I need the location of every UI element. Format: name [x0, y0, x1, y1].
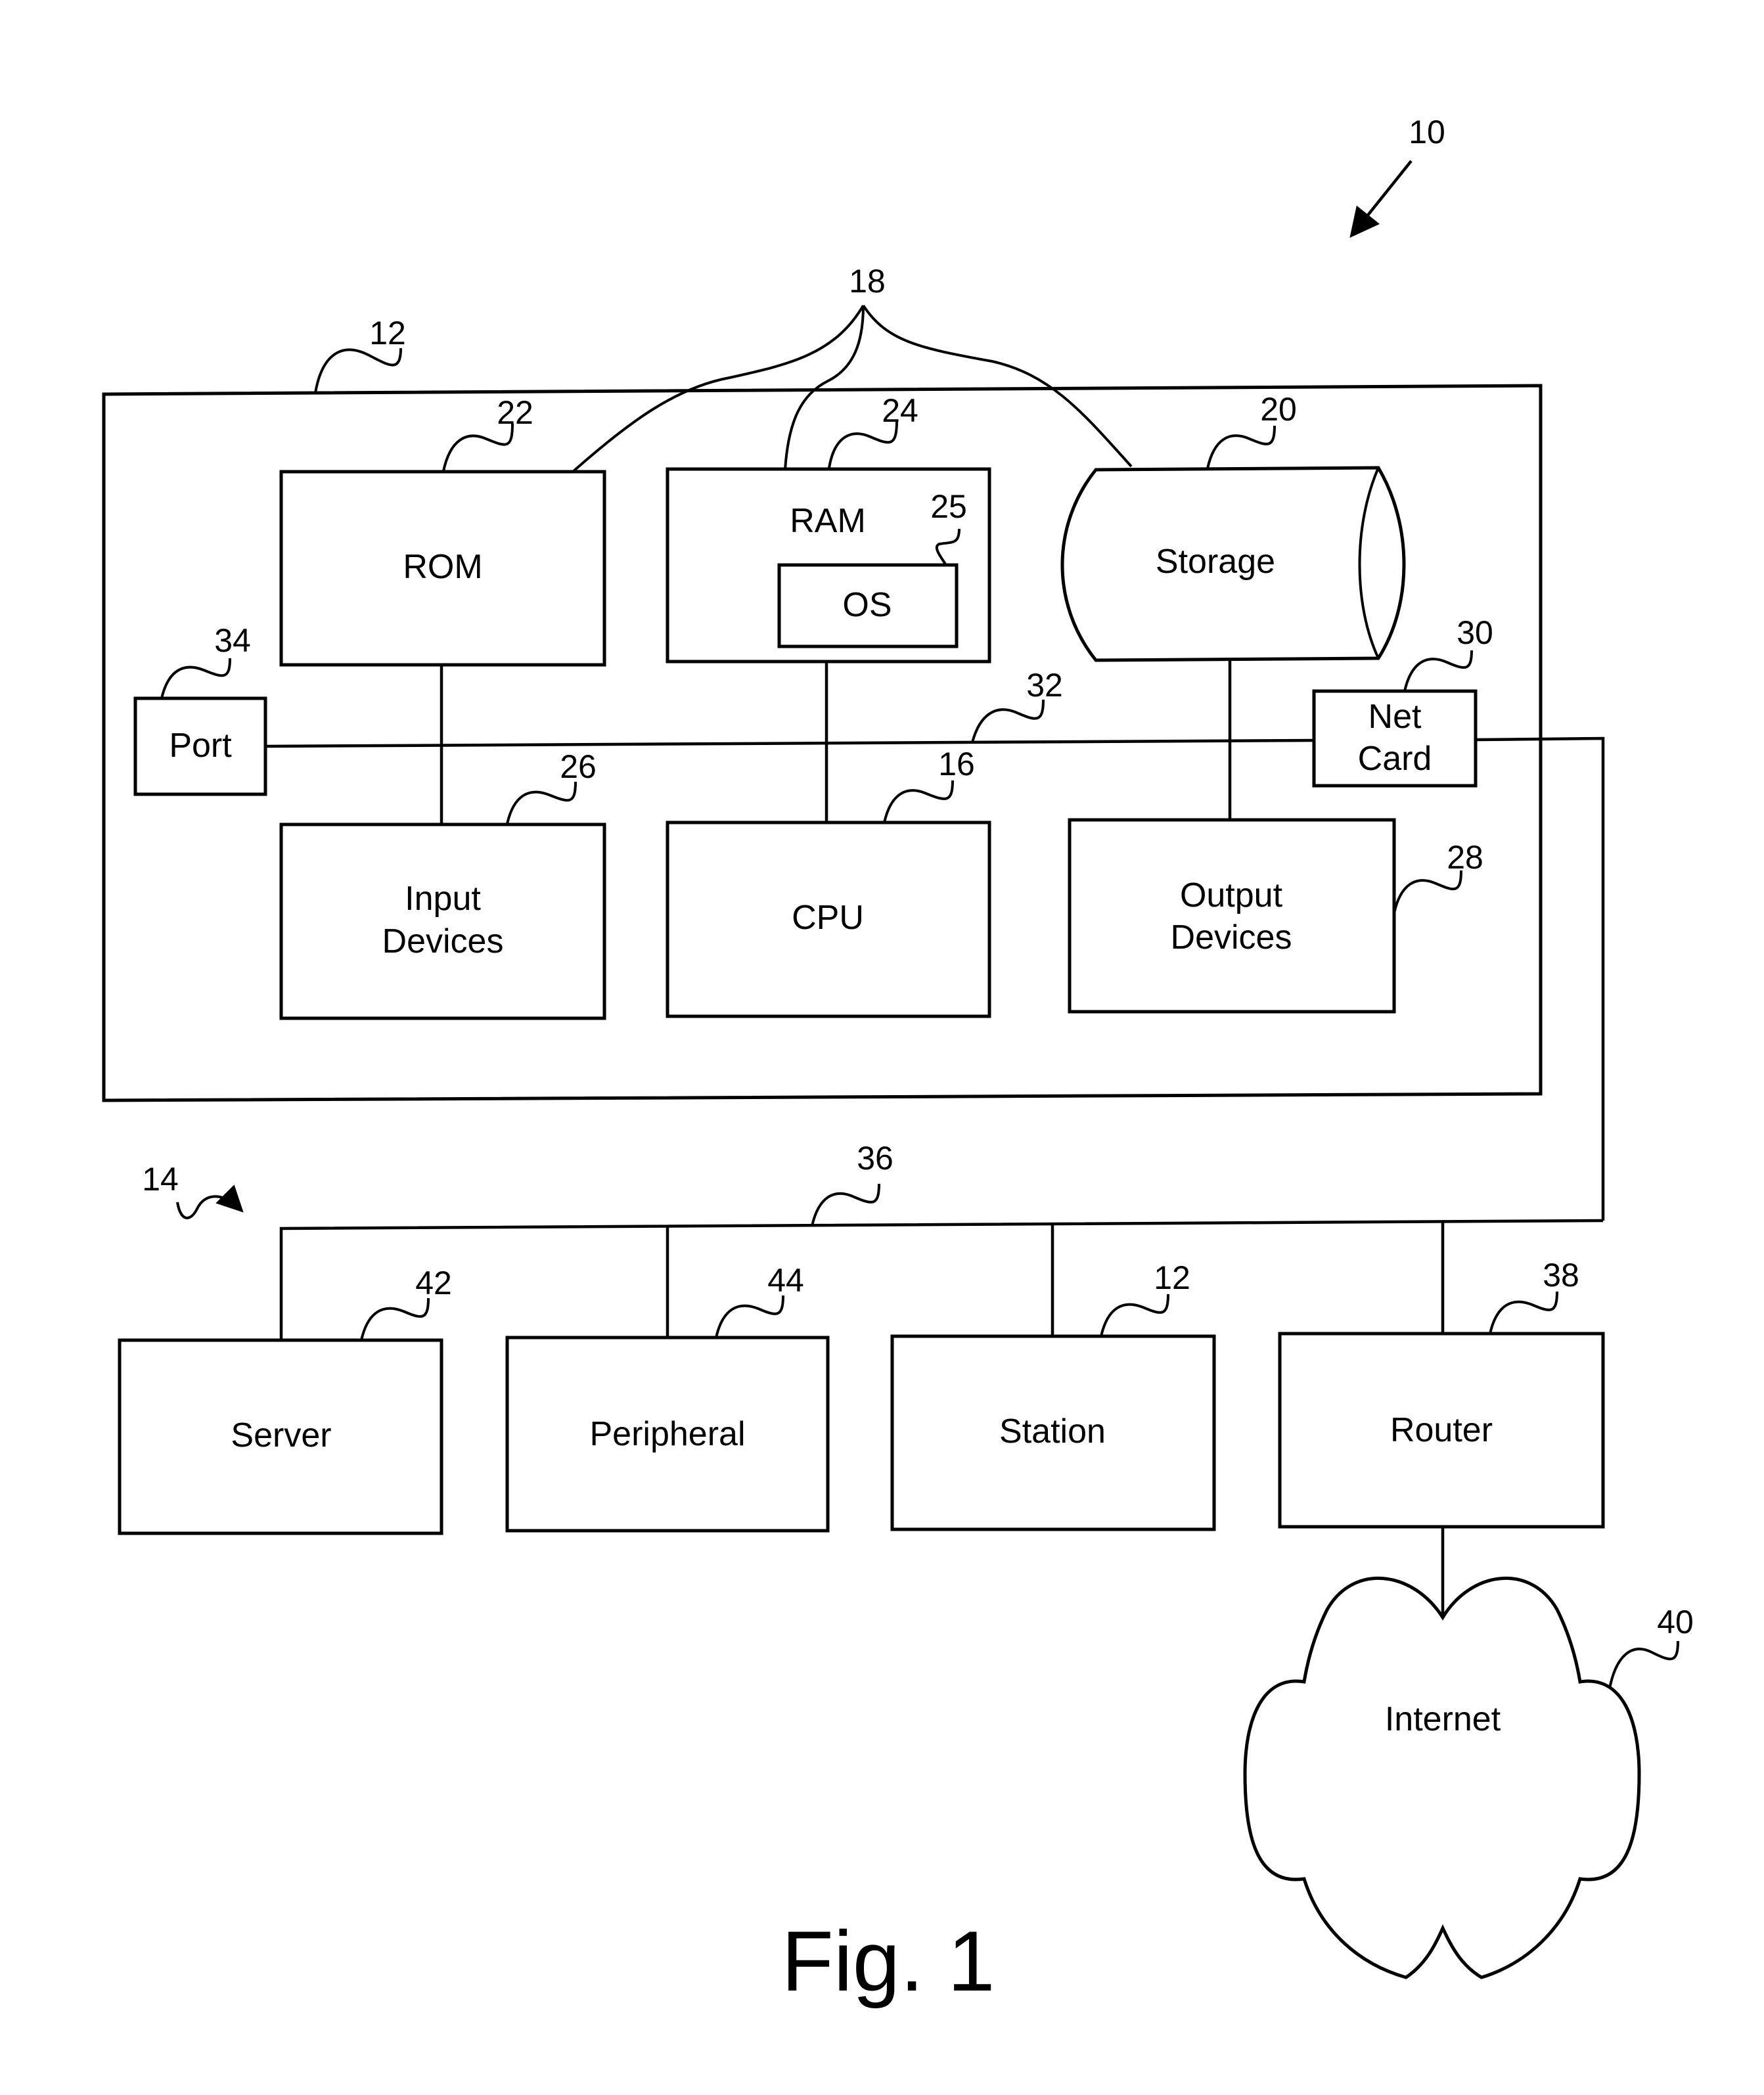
input-devices-label-line2: Devices	[382, 922, 504, 960]
peripheral-ref-label: 44	[767, 1262, 804, 1299]
input-devices-label-line1: Input	[405, 880, 481, 918]
input-devices-ref-label: 26	[560, 748, 597, 785]
internet-ref-leader	[1608, 1640, 1679, 1689]
peripheral-label: Peripheral	[589, 1415, 745, 1453]
internet-label: Internet	[1385, 1700, 1501, 1738]
router-ref-label: 38	[1543, 1257, 1579, 1294]
net-card-label-line2: Card	[1358, 740, 1432, 778]
network-ref-label: 14	[142, 1161, 179, 1198]
output-devices-ref-label: 28	[1447, 839, 1483, 876]
cpu-ref-label: 16	[938, 746, 975, 782]
station-ref-leader	[1100, 1294, 1169, 1337]
network-bus-ref-leader	[811, 1183, 880, 1227]
bus-group-ref-label: 18	[849, 263, 886, 300]
network-bus	[279, 1219, 1604, 1340]
os-ref-label: 25	[930, 488, 967, 525]
server-label: Server	[231, 1416, 331, 1454]
server-ref-leader	[360, 1297, 430, 1341]
computer-ref-label: 12	[369, 315, 406, 351]
internet-cloud	[1243, 1576, 1641, 1979]
cpu-label: CPU	[792, 899, 864, 937]
computer-ref-leader	[314, 348, 402, 394]
router-label: Router	[1390, 1411, 1493, 1449]
output-devices-label-line1: Output	[1180, 876, 1283, 914]
rom-label: ROM	[403, 548, 482, 586]
station-label: Station	[999, 1412, 1106, 1451]
system-ref-label: 10	[1409, 114, 1445, 150]
port-ref-label: 34	[214, 622, 251, 659]
internet-ref-label: 40	[1657, 1604, 1694, 1640]
os-label: OS	[842, 586, 892, 624]
storage-ref-label: 20	[1260, 391, 1297, 428]
storage-label: Storage	[1156, 543, 1275, 581]
network-ref-arrow	[176, 1184, 244, 1219]
net-card-ref-label: 30	[1457, 614, 1493, 651]
system-ref-arrow	[1349, 160, 1413, 238]
output-devices-box	[1068, 818, 1396, 1014]
input-devices-box	[279, 822, 606, 1020]
output-devices-label-line2: Devices	[1171, 918, 1292, 957]
network-bus-ref-label: 36	[857, 1140, 893, 1177]
system-bus-ref-label: 32	[1026, 667, 1063, 704]
ram-ref-label: 24	[882, 392, 918, 429]
rom-ref-label: 22	[497, 394, 533, 431]
peripheral-ref-leader	[715, 1295, 784, 1338]
port-label: Port	[169, 727, 232, 765]
station-ref-label: 12	[1154, 1259, 1190, 1296]
figure-caption: Fig. 1	[781, 1913, 995, 2009]
patent-figure: 10 12 18 ROM 22 RAM 24 OS 25 Storage 20 …	[102, 114, 1694, 2009]
ram-label: RAM	[790, 502, 866, 540]
router-ref-leader	[1489, 1291, 1558, 1334]
net-card-label-line1: Net	[1368, 698, 1422, 736]
server-ref-label: 42	[415, 1265, 452, 1301]
